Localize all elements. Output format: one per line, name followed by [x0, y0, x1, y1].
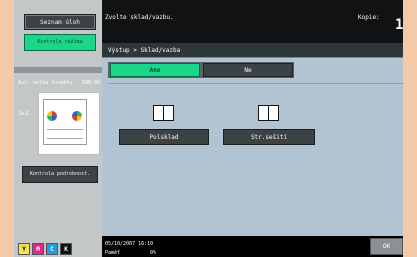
- memory-label: Paměť: [105, 250, 121, 256]
- check-details-button[interactable]: Kontrola podrobnost.: [22, 166, 98, 183]
- scan-meta-value: 100.0%: [81, 80, 100, 86]
- ok-button[interactable]: OK: [370, 238, 403, 255]
- page-title: Zvolte sklad/vazbu.: [105, 14, 174, 21]
- book-icon: [153, 105, 174, 121]
- top-bar: [102, 0, 403, 43]
- toner-yellow: Y: [18, 243, 30, 255]
- half-fold-button[interactable]: Polsklad: [119, 129, 209, 145]
- toner-indicator: Y M C K: [18, 243, 72, 255]
- device-frame-left: [0, 0, 14, 257]
- duplex-side-icon: 1▸2: [18, 110, 29, 117]
- toner-magenta: M: [32, 243, 44, 255]
- tab-ano[interactable]: Ano: [110, 63, 200, 77]
- copies-label: Kopie:: [358, 14, 380, 21]
- copies-count: 1: [395, 17, 404, 33]
- book-icon: [258, 105, 279, 121]
- saddle-stitch-button[interactable]: Str.sešití: [223, 129, 315, 145]
- scan-meta: Aut. volba formátu 100.0%: [18, 80, 100, 88]
- scan-meta-label: Aut. volba formátu: [18, 80, 73, 86]
- breadcrumb: Výstup > Sklad/vazba: [108, 47, 181, 54]
- document-text-lines: [47, 129, 83, 139]
- pie-chart-icon: [47, 111, 57, 121]
- datetime: 05/10/2007 16:10: [105, 241, 154, 247]
- left-separator: [14, 67, 102, 73]
- toner-cyan: C: [46, 243, 58, 255]
- memory-value: 0%: [150, 250, 157, 256]
- toner-black: K: [60, 243, 72, 255]
- check-mode-button[interactable]: Kontrola režimu: [24, 34, 96, 51]
- pie-chart-icon: [72, 111, 82, 121]
- tab-ne[interactable]: Ne: [203, 63, 293, 77]
- job-list-button[interactable]: Seznam úloh: [24, 14, 96, 30]
- content-divider: [108, 83, 403, 84]
- device-frame-right: [403, 0, 417, 257]
